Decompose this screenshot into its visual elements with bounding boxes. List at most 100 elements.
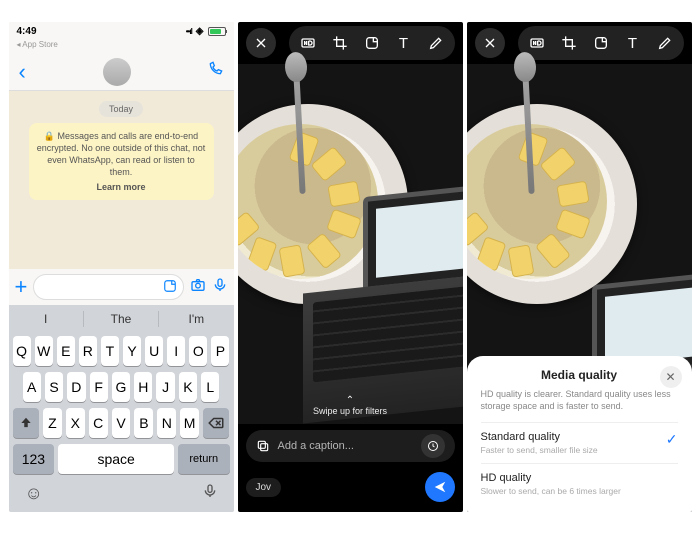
sticker-button[interactable] xyxy=(359,30,385,56)
key[interactable]: E xyxy=(57,336,75,366)
date-pill: Today xyxy=(99,101,143,117)
signal-icon: ••ıl xyxy=(186,27,192,36)
key[interactable]: Y xyxy=(123,336,141,366)
crop-button[interactable] xyxy=(556,30,582,56)
status-bar: 4:49 ••ıl ◈ xyxy=(9,22,234,40)
space-key[interactable]: space xyxy=(58,444,174,474)
option-title: Standard quality xyxy=(481,431,658,443)
key[interactable]: U xyxy=(145,336,163,366)
media-preview[interactable]: Swipe up for filters xyxy=(238,64,463,424)
numbers-key[interactable]: 123 xyxy=(13,444,55,474)
timer-button[interactable] xyxy=(421,434,445,458)
key-row-2: ASDFGHJKL xyxy=(9,369,234,405)
key[interactable]: B xyxy=(134,408,153,438)
suggestion[interactable]: I xyxy=(9,312,83,326)
return-key[interactable]: return xyxy=(178,444,229,474)
key[interactable]: F xyxy=(90,372,108,402)
draw-button[interactable] xyxy=(652,30,678,56)
chat-screen: 4:49 ••ıl ◈ ◂ App Store ‹ Today 🔒 Messag… xyxy=(9,22,234,512)
input-bar: + xyxy=(9,269,234,305)
key[interactable]: C xyxy=(89,408,108,438)
caption-placeholder: Add a caption... xyxy=(278,440,413,452)
camera-button[interactable] xyxy=(190,277,206,298)
crop-button[interactable] xyxy=(327,30,353,56)
option-sub: Slower to send, can be 6 times larger xyxy=(481,486,678,496)
key[interactable]: Q xyxy=(13,336,31,366)
sheet-description: HD quality is clearer. Standard quality … xyxy=(481,388,678,412)
close-button[interactable] xyxy=(246,28,276,58)
quality-option-standard[interactable]: Standard quality Faster to send, smaller… xyxy=(481,422,678,463)
learn-more-link[interactable]: Learn more xyxy=(37,181,206,193)
key[interactable]: W xyxy=(35,336,53,366)
attach-button[interactable]: + xyxy=(15,274,28,300)
call-button[interactable] xyxy=(207,61,223,82)
key[interactable]: H xyxy=(134,372,152,402)
suggestion-bar: I The I'm xyxy=(9,305,234,333)
key[interactable]: I xyxy=(167,336,185,366)
keyboard-footer: ☺ xyxy=(9,477,234,512)
option-sub: Faster to send, smaller file size xyxy=(481,445,658,455)
close-button[interactable] xyxy=(475,28,505,58)
key[interactable]: T xyxy=(101,336,119,366)
key[interactable]: N xyxy=(157,408,176,438)
key[interactable]: O xyxy=(189,336,207,366)
sticker-button[interactable] xyxy=(588,30,614,56)
contact-avatar[interactable] xyxy=(103,58,131,86)
message-input[interactable] xyxy=(33,274,183,300)
draw-button[interactable] xyxy=(423,30,449,56)
recipient-chip[interactable]: Jov xyxy=(246,478,282,497)
editor-toolbar: T xyxy=(238,22,463,64)
wifi-icon: ◈ xyxy=(196,26,204,37)
sheet-title: Media quality xyxy=(481,368,678,382)
key-row-3: ZXCVBNM xyxy=(9,405,234,441)
status-time: 4:49 xyxy=(17,26,37,37)
key[interactable]: A xyxy=(23,372,41,402)
key[interactable]: L xyxy=(201,372,219,402)
encryption-notice[interactable]: 🔒 Messages and calls are end-to-end encr… xyxy=(29,123,214,200)
key[interactable]: V xyxy=(112,408,131,438)
dictate-key[interactable] xyxy=(202,483,218,504)
keyboard: I The I'm QWERTYUIOP ASDFGHJKL ZXCVBNM 1… xyxy=(9,305,234,512)
text-button[interactable]: T xyxy=(391,30,417,56)
checkmark-icon: ✓ xyxy=(666,431,678,448)
key[interactable]: K xyxy=(179,372,197,402)
key[interactable]: P xyxy=(211,336,229,366)
sticker-icon[interactable] xyxy=(163,279,177,296)
key[interactable]: R xyxy=(79,336,97,366)
chat-body: Today 🔒 Messages and calls are end-to-en… xyxy=(9,91,234,269)
key-row-1: QWERTYUIOP xyxy=(9,333,234,369)
caption-row: Add a caption... xyxy=(238,424,463,468)
key[interactable]: X xyxy=(66,408,85,438)
status-right: ••ıl ◈ xyxy=(186,26,226,37)
send-button[interactable] xyxy=(425,472,455,502)
key[interactable]: M xyxy=(180,408,199,438)
text-button[interactable]: T xyxy=(620,30,646,56)
key[interactable]: D xyxy=(67,372,85,402)
media-quality-screen: T ✕ Media quality HD quality is clearer xyxy=(467,22,692,512)
send-row: Jov xyxy=(238,468,463,512)
backspace-key[interactable] xyxy=(203,408,229,438)
key[interactable]: Z xyxy=(43,408,62,438)
tool-group: T xyxy=(289,26,455,60)
emoji-key[interactable]: ☺ xyxy=(25,483,43,504)
battery-icon xyxy=(208,27,226,36)
editor-toolbar: T xyxy=(467,22,692,64)
sheet-close-button[interactable]: ✕ xyxy=(660,366,682,388)
key-row-bottom: 123 space return xyxy=(9,441,234,477)
quality-option-hd[interactable]: HD quality Slower to send, can be 6 time… xyxy=(481,463,678,504)
key[interactable]: S xyxy=(45,372,63,402)
chat-header: ‹ xyxy=(9,53,234,91)
swipe-hint: Swipe up for filters xyxy=(238,395,463,416)
option-title: HD quality xyxy=(481,472,678,484)
shift-key[interactable] xyxy=(13,408,39,438)
back-button[interactable]: ‹ xyxy=(19,59,26,85)
suggestion[interactable]: The xyxy=(84,312,158,326)
mic-button[interactable] xyxy=(212,277,228,298)
media-editor-screen: T Swipe up for filters Add xyxy=(238,22,463,512)
key[interactable]: G xyxy=(112,372,130,402)
key[interactable]: J xyxy=(156,372,174,402)
tool-group: T xyxy=(518,26,684,60)
caption-input[interactable]: Add a caption... xyxy=(246,430,455,462)
app-store-back[interactable]: ◂ App Store xyxy=(9,40,234,53)
suggestion[interactable]: I'm xyxy=(159,312,233,326)
